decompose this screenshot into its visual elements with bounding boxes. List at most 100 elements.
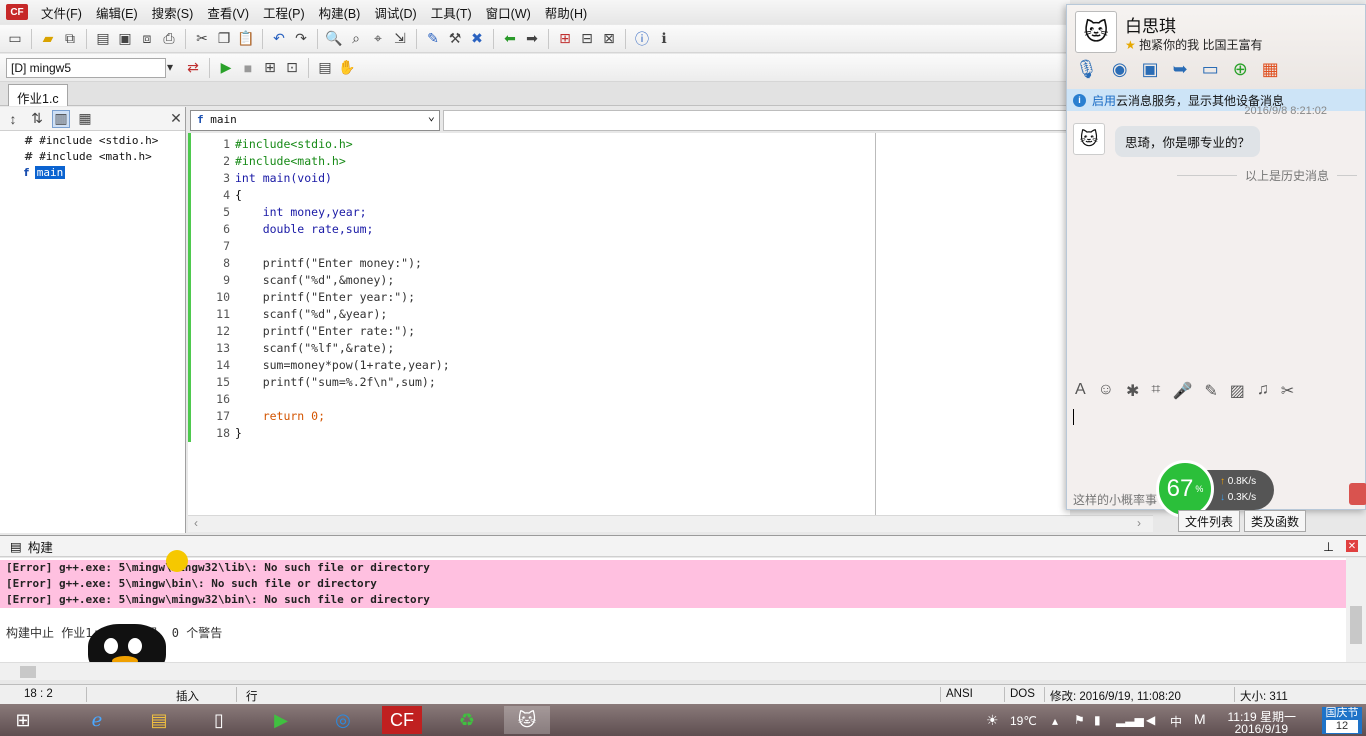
save-all-icon[interactable]: ⧈ xyxy=(138,30,156,48)
apps-icon[interactable]: ▦ xyxy=(1262,59,1279,80)
tray-expand-icon[interactable]: ▴ xyxy=(1052,714,1058,728)
cut-icon[interactable]: ✂ xyxy=(193,30,211,48)
c-free-icon[interactable]: CF xyxy=(382,706,422,734)
build-error-line[interactable]: [Error] g++.exe: 5\mingw\mingw32\lib\: N… xyxy=(0,560,1346,576)
forward-arrow-icon[interactable]: ➡ xyxy=(523,30,541,48)
tab-file[interactable]: 作业1.c xyxy=(8,84,68,106)
emoji-icon[interactable]: ☺ xyxy=(1098,381,1114,401)
show-header-icon[interactable]: ▦ xyxy=(76,110,94,128)
screen-share-icon[interactable]: ▣ xyxy=(1142,59,1159,80)
compile-icon[interactable]: ✎ xyxy=(424,30,442,48)
video-call-icon[interactable]: ◉ xyxy=(1112,59,1128,80)
save-icon[interactable]: ▣ xyxy=(116,30,134,48)
send-button[interactable] xyxy=(1349,483,1366,505)
goto-line-icon[interactable]: ⇲ xyxy=(391,30,409,48)
print-icon[interactable]: ⎙ xyxy=(160,30,178,48)
paste-icon[interactable]: 📋 xyxy=(237,30,255,48)
compile-run-icon[interactable]: ⊞ xyxy=(261,59,279,77)
tree-item-include-math[interactable]: # #include <math.h> xyxy=(24,150,152,163)
sort-type-icon[interactable]: ⇅ xyxy=(28,110,46,128)
pin-icon[interactable]: ⊥ xyxy=(1323,539,1334,554)
media-player-icon[interactable]: ▶ xyxy=(258,706,304,734)
shake-icon[interactable]: ✱ xyxy=(1126,381,1139,401)
send-file-icon[interactable]: ➥ xyxy=(1173,59,1188,80)
rebuild-icon[interactable]: ⚒ xyxy=(446,30,464,48)
editor-horizontal-scrollbar[interactable]: ‹ › xyxy=(188,515,1153,532)
holiday-badge[interactable]: 国庆节 12 xyxy=(1322,707,1362,734)
code-line[interactable]: 18} xyxy=(188,425,1070,442)
font-icon[interactable]: A xyxy=(1075,381,1086,401)
start-icon[interactable]: ⊞ xyxy=(0,706,46,734)
remote-desktop-icon[interactable]: ▭ xyxy=(1202,59,1219,80)
stop-icon[interactable]: ■ xyxy=(239,59,257,77)
code-line[interactable]: 13 scanf("%lf",&rate); xyxy=(188,340,1070,357)
file-explorer-icon[interactable]: ▤ xyxy=(136,706,182,734)
code-line[interactable]: 3 int main(void) xyxy=(188,170,1070,187)
code-line[interactable]: 17 return 0; xyxy=(188,408,1070,425)
menu-search[interactable]: 搜索(S) xyxy=(145,3,201,22)
battery-icon[interactable]: ▮ xyxy=(1094,713,1101,727)
undo-icon[interactable]: ↶ xyxy=(270,30,288,48)
tab-file-list[interactable]: 文件列表 xyxy=(1178,510,1241,532)
menu-project[interactable]: 工程(P) xyxy=(256,3,312,22)
build-vertical-scrollbar[interactable] xyxy=(1346,558,1366,662)
sender-avatar[interactable]: 🐱 xyxy=(1073,123,1105,155)
help-icon[interactable]: ⓘ xyxy=(633,30,651,48)
remove-from-project-icon[interactable]: ⊟ xyxy=(578,30,596,48)
sort-alpha-icon[interactable]: ↕ xyxy=(4,110,22,128)
document-icon[interactable]: ▯ xyxy=(196,706,242,734)
music-icon[interactable]: ♫ xyxy=(1257,381,1269,401)
copy-icon[interactable]: ❐ xyxy=(215,30,233,48)
code-line[interactable]: 2 #include<math.h> xyxy=(188,153,1070,170)
code-line[interactable]: 16 xyxy=(188,391,1070,408)
code-line[interactable]: 1 #include<stdio.h> xyxy=(188,136,1070,153)
code-line[interactable]: 12 printf("Enter rate:"); xyxy=(188,323,1070,340)
tree-item-include-stdio[interactable]: # #include <stdio.h> xyxy=(24,134,158,147)
project-options-icon[interactable]: ⊠ xyxy=(600,30,618,48)
edit-icon[interactable]: ✎ xyxy=(1204,381,1217,401)
find-in-files-icon[interactable]: ⌖ xyxy=(369,30,387,48)
weather-temp[interactable]: 19℃ xyxy=(1010,714,1037,728)
show-inherited-icon[interactable]: ▥ xyxy=(52,109,70,128)
code-line[interactable]: 9 scanf("%d",&money); xyxy=(188,272,1070,289)
volume-icon[interactable]: ◀ xyxy=(1146,713,1155,727)
add-to-project-icon[interactable]: ⊞ xyxy=(556,30,574,48)
tab-class-functions[interactable]: 类及函数 xyxy=(1244,510,1307,532)
network-icon[interactable]: ▂▃▅ xyxy=(1116,713,1144,727)
recycle-icon[interactable]: ♻ xyxy=(444,706,490,734)
internet-explorer-icon[interactable]: ℯ xyxy=(74,706,120,734)
back-arrow-icon[interactable]: ⬅ xyxy=(501,30,519,48)
code-line[interactable]: 15 printf("sum=%.2f\n",sum); xyxy=(188,374,1070,391)
redo-icon[interactable]: ↷ xyxy=(292,30,310,48)
close-icon[interactable]: ✕ xyxy=(1346,540,1358,552)
run-icon[interactable]: ▶ xyxy=(217,59,235,77)
chat-footer-ad[interactable]: 这样的小概率事 xyxy=(1073,491,1157,508)
clean-icon[interactable]: ✖ xyxy=(468,30,486,48)
open-folder-icon[interactable]: ▰ xyxy=(39,30,57,48)
menu-window[interactable]: 窗口(W) xyxy=(479,3,538,22)
open-project-icon[interactable]: ⧉ xyxy=(61,30,79,48)
code-line[interactable]: 11 scanf("%d",&year); xyxy=(188,306,1070,323)
screenshot-icon[interactable]: ⌗ xyxy=(1151,381,1160,401)
voice-call-icon[interactable]: 🎙 xyxy=(1075,59,1098,80)
find-icon[interactable]: 🔍 xyxy=(325,30,343,48)
menu-debug[interactable]: 调试(D) xyxy=(367,3,423,22)
code-line[interactable]: 4{ xyxy=(188,187,1070,204)
new-file-icon[interactable]: ▭ xyxy=(6,30,24,48)
scissors-icon[interactable]: ✂ xyxy=(1281,381,1294,401)
build-error-line[interactable]: [Error] g++.exe: 5\mingw\bin\: No such f… xyxy=(0,576,1346,592)
browser-icon[interactable]: ◎ xyxy=(320,706,366,734)
contact-name[interactable]: 白思琪 xyxy=(1125,12,1176,37)
ime-indicator[interactable]: 中 xyxy=(1170,713,1182,730)
code-line[interactable]: 5 int money,year; xyxy=(188,204,1070,221)
enable-cloud-link[interactable]: 启用 xyxy=(1092,94,1116,108)
hand-icon[interactable]: ✋ xyxy=(338,59,356,77)
scope-bar[interactable] xyxy=(443,110,1070,131)
close-panel-icon[interactable]: ✕ xyxy=(167,110,185,128)
ime-mode-icon[interactable]: M xyxy=(1194,711,1206,727)
code-line[interactable]: 6 double rate,sum; xyxy=(188,221,1070,238)
compiler-select[interactable]: [D] mingw5 xyxy=(6,57,173,78)
qq-chat-task-icon[interactable]: 🐱 xyxy=(504,706,550,734)
menu-build[interactable]: 构建(B) xyxy=(312,3,368,22)
create-group-icon[interactable]: ⊕ xyxy=(1233,59,1248,80)
